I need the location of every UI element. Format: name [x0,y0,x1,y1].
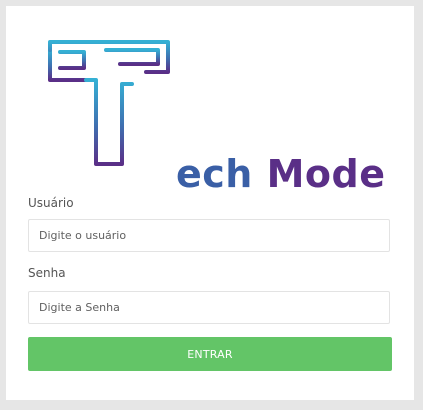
username-input[interactable] [28,219,390,252]
password-input[interactable] [28,291,390,324]
password-label: Senha [28,266,66,280]
tech-mode-logo: ech Mode [46,38,385,194]
logo-wordmark: ech Mode [176,154,386,194]
logo-text-ech: ech [176,152,253,196]
logo-text-mode: Mode [266,152,386,196]
login-button[interactable]: ENTRAR [28,337,392,371]
username-label: Usuário [28,196,74,210]
login-card: ech Mode Usuário Senha ENTRAR [6,6,414,400]
